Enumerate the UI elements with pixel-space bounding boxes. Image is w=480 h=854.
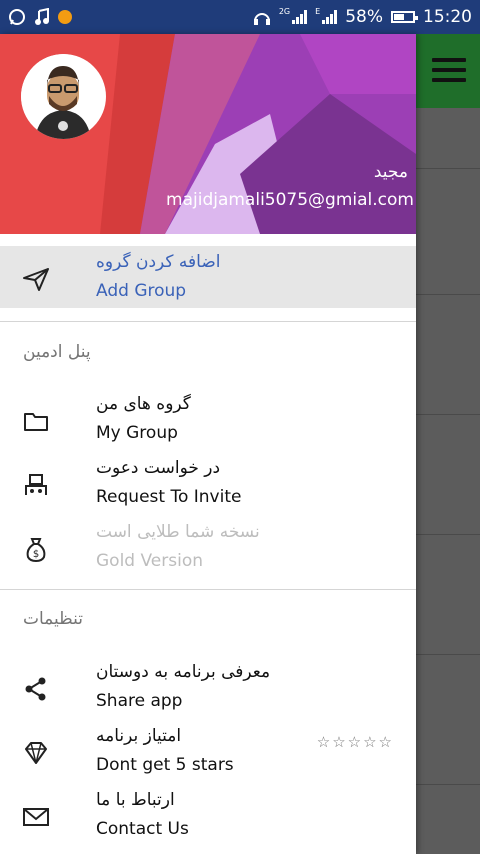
share-icon — [22, 675, 50, 703]
signal-strength-icon-2 — [322, 10, 338, 24]
add-group-label-en: Add Group — [96, 281, 187, 301]
share-app-label-en: Share app — [96, 691, 183, 711]
background-list-row — [416, 354, 480, 415]
request-invite-item[interactable]: در خواست دعوت Request To Invite — [0, 452, 416, 514]
avatar[interactable] — [21, 54, 106, 139]
battery-percent: 58% — [345, 7, 383, 27]
my-group-label-fa: گروه های من — [96, 394, 191, 414]
add-group-item[interactable]: اضافه کردن گروه Add Group — [0, 246, 416, 308]
headphones-icon — [253, 9, 271, 25]
gold-version-item[interactable]: $ نسخه شما طلایی است Gold Version — [0, 516, 416, 578]
rating-stars[interactable]: ☆☆☆☆☆ — [317, 733, 394, 751]
request-invite-label-en: Request To Invite — [96, 487, 242, 507]
battery-icon — [391, 11, 418, 23]
invite-icon — [22, 471, 50, 499]
admin-section-title: پنل ادمین — [23, 342, 91, 362]
share-app-label-fa: معرفی برنامه به دوستان — [96, 662, 271, 682]
my-group-label-en: My Group — [96, 423, 178, 443]
share-app-item[interactable]: معرفی برنامه به دوستان Share app — [0, 656, 416, 718]
rate-app-label-fa: امتیاز برنامه — [96, 726, 182, 746]
music-note-icon — [34, 8, 50, 26]
notification-app-icon — [58, 10, 72, 24]
background-app — [416, 34, 480, 854]
network-type-label: 2G — [278, 7, 291, 16]
divider — [0, 321, 416, 322]
gold-version-label-en: Gold Version — [96, 551, 204, 571]
drawer-header: مجید majidjamali5075@gmial.com — [0, 34, 416, 234]
money-bag-icon: $ — [22, 535, 50, 563]
menu-icon[interactable] — [432, 58, 466, 82]
diamond-icon — [22, 739, 50, 767]
add-group-label-fa: اضافه کردن گروه — [96, 252, 221, 272]
my-group-item[interactable]: گروه های من My Group — [0, 388, 416, 450]
contact-us-label-fa: ارتباط با ما — [96, 790, 175, 810]
background-list-row — [416, 594, 480, 655]
whatsapp-icon — [8, 8, 26, 26]
user-email: majidjamali5075@gmial.com — [166, 190, 414, 210]
settings-section-title: تنظیمات — [23, 609, 83, 629]
navigation-drawer: مجید majidjamali5075@gmial.com اضافه کرد… — [0, 34, 416, 854]
background-list-row — [416, 474, 480, 535]
rate-app-item[interactable]: امتیاز برنامه Dont get 5 stars ☆☆☆☆☆ — [0, 720, 416, 782]
network-type-label-2: E — [315, 7, 321, 16]
clock: 15:20 — [423, 7, 472, 27]
request-invite-label-fa: در خواست دعوت — [96, 458, 221, 478]
folder-icon — [22, 407, 50, 435]
divider — [0, 589, 416, 590]
background-list-row — [416, 234, 480, 295]
contact-us-item[interactable]: ارتباط با ما Contact Us — [0, 784, 416, 846]
background-list-row — [416, 108, 480, 169]
rate-app-label-en: Dont get 5 stars — [96, 755, 234, 775]
status-bar: 2G E 58% 15:20 — [0, 0, 480, 34]
gold-version-label-fa: نسخه شما طلایی است — [96, 522, 260, 542]
app-toolbar — [416, 34, 480, 108]
paper-plane-icon — [22, 265, 50, 293]
svg-text:$: $ — [33, 549, 39, 560]
user-name: مجید — [373, 162, 408, 182]
contact-us-label-en: Contact Us — [96, 819, 189, 839]
background-list-row — [416, 724, 480, 785]
mail-icon — [22, 803, 50, 831]
signal-strength-icon — [292, 10, 308, 24]
